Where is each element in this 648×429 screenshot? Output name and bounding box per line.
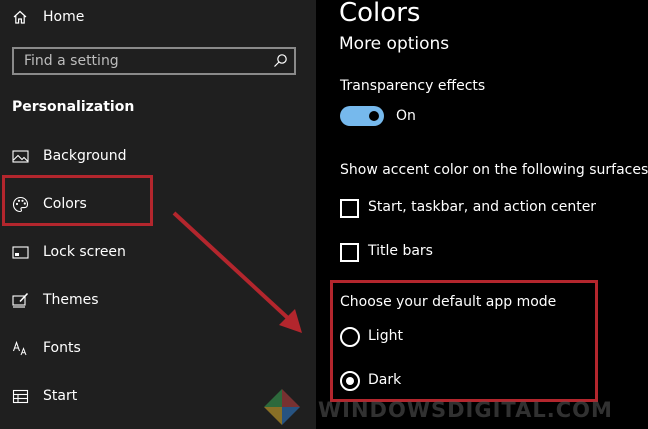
section-subheading: More options <box>339 34 450 54</box>
sidebar-item-label: Start <box>43 388 78 404</box>
app-mode-highlight-box <box>330 280 598 402</box>
sidebar-item-label: Themes <box>43 292 99 308</box>
search-input[interactable] <box>14 50 272 72</box>
page-title: Colors <box>339 0 421 28</box>
sidebar-item-start[interactable]: Start <box>12 384 77 408</box>
section-title: Personalization <box>12 99 135 115</box>
fonts-icon <box>12 340 27 355</box>
start-taskbar-label: Start, taskbar, and action center <box>368 199 597 215</box>
sidebar-item-label: Lock screen <box>43 244 126 260</box>
title-bars-label: Title bars <box>368 243 433 259</box>
sidebar-item-lock-screen[interactable]: Lock screen <box>12 240 126 264</box>
transparency-label: Transparency effects <box>340 78 486 94</box>
title-bars-checkbox[interactable] <box>340 243 359 262</box>
start-icon <box>12 389 29 403</box>
colors-highlight-box <box>2 175 153 226</box>
search-icon[interactable] <box>272 53 288 69</box>
sidebar-item-label: Fonts <box>43 340 81 356</box>
sidebar-item-themes[interactable]: Themes <box>12 288 99 312</box>
sidebar-item-fonts[interactable]: Fonts <box>12 336 81 360</box>
picture-icon <box>12 149 29 163</box>
home-label: Home <box>43 9 85 25</box>
watermark-logo <box>264 389 300 425</box>
toggle-knob <box>369 111 379 121</box>
home-icon <box>13 10 27 24</box>
watermark-text: WINDOWSDIGITAL.COM <box>318 398 613 422</box>
lock-screen-icon <box>12 245 29 259</box>
toggle-state-label: On <box>396 108 416 124</box>
sidebar-item-label: Background <box>43 148 127 164</box>
themes-icon <box>12 292 29 308</box>
transparency-toggle[interactable] <box>340 106 384 126</box>
accent-surfaces-label: Show accent color on the following surfa… <box>340 162 648 178</box>
start-taskbar-checkbox[interactable] <box>340 199 359 218</box>
search-box <box>12 47 296 75</box>
sidebar-item-background[interactable]: Background <box>12 144 127 168</box>
home-nav-item[interactable]: Home <box>12 7 84 27</box>
